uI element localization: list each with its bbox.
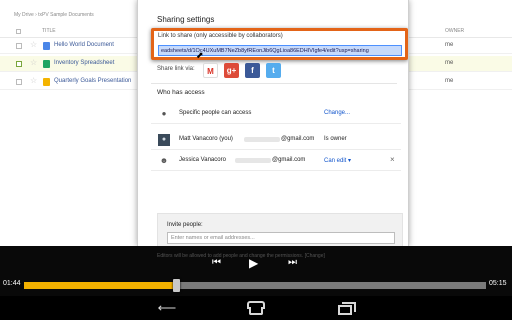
share-via-label: Share link via: <box>157 66 195 72</box>
select-all-checkbox[interactable] <box>16 29 21 34</box>
file-name[interactable]: Hello World Document <box>54 42 114 48</box>
owner-role-label: Is owner <box>324 136 347 142</box>
lock-icon: ● <box>161 109 167 118</box>
email-domain: @gmail.com <box>281 136 315 142</box>
star-icon[interactable]: ☆ <box>30 58 37 67</box>
permission-dropdown[interactable]: Can edit ▾ <box>324 157 351 164</box>
invite-input[interactable] <box>167 232 395 244</box>
sharing-settings-dialog: Sharing settings Link to share (only acc… <box>137 0 409 246</box>
spreadsheet-icon <box>43 60 50 68</box>
dialog-title: Sharing settings <box>157 15 215 24</box>
change-visibility-link[interactable]: Change... <box>324 110 350 116</box>
mouse-cursor-icon: ⬈ <box>196 50 204 60</box>
access-row-visibility: ● Specific people can access Change... <box>151 104 401 124</box>
invite-people-panel: Invite people: <box>157 213 403 246</box>
share-link-highlight-box: Link to share (only accessible by collab… <box>151 28 408 60</box>
share-link-field[interactable]: eadsheets/d/1Oc4UXuMB7NeZb8yfREonJib6QgL… <box>158 45 402 56</box>
column-owner-header[interactable]: OWNER <box>445 28 464 34</box>
editor-permission-hint: Editors will be allowed to add people an… <box>157 253 325 259</box>
google-plus-icon[interactable]: g+ <box>224 63 239 78</box>
collaborator-name: Jessica Vanacoro <box>179 157 226 163</box>
file-owner: me <box>445 78 454 84</box>
star-icon[interactable]: ☆ <box>30 40 37 49</box>
file-name[interactable]: Inventory Spreadsheet <box>54 60 114 66</box>
presentation-icon <box>43 78 50 86</box>
gmail-icon[interactable]: M <box>203 63 218 78</box>
who-has-access-heading: Who has access <box>157 89 205 96</box>
person-icon: ☻ <box>159 156 169 165</box>
email-domain: @gmail.com <box>272 157 306 163</box>
seek-bar-handle[interactable] <box>173 279 180 292</box>
android-navigation-bar: ⟵ <box>0 296 512 320</box>
seek-bar-progress <box>24 282 176 289</box>
remove-collaborator-icon[interactable]: × <box>390 155 395 164</box>
file-checkbox[interactable] <box>16 79 22 85</box>
share-link-label: Link to share (only accessible by collab… <box>158 33 283 39</box>
home-icon[interactable] <box>244 299 268 317</box>
redacted-email <box>235 158 271 163</box>
share-link-value: eadsheets/d/1Oc4UXuMB7NeZb8yfREonJib6QgL… <box>161 48 369 54</box>
invite-label: Invite people: <box>167 222 203 228</box>
star-icon[interactable]: ☆ <box>30 76 37 85</box>
file-owner: me <box>445 42 454 48</box>
previous-icon[interactable]: ⏮ <box>212 258 221 268</box>
breadcrumb[interactable]: My Drive › txPV Sample Documents <box>14 12 94 18</box>
next-icon[interactable]: ⏭ <box>288 258 297 268</box>
document-icon <box>43 42 50 50</box>
video-controls: Editors will be allowed to add people an… <box>0 246 512 296</box>
facebook-icon[interactable]: f <box>245 63 260 78</box>
seek-bar[interactable] <box>24 279 486 292</box>
file-checkbox[interactable] <box>16 43 22 49</box>
column-title-header[interactable]: TITLE <box>42 28 56 34</box>
access-row-editor: ☻ Jessica Vanacoro @gmail.com Can edit ▾… <box>151 151 401 171</box>
access-visibility-text: Specific people can access <box>179 110 252 116</box>
collaborator-name: Matt Vanacoro (you) <box>179 136 233 142</box>
file-name[interactable]: Quarterly Goals Presentation <box>54 78 131 84</box>
redacted-email <box>244 137 280 142</box>
total-time: 05:15 <box>489 280 507 287</box>
current-time: 01:44 <box>3 280 21 287</box>
recent-apps-icon[interactable] <box>333 299 357 317</box>
avatar: ● <box>158 134 170 146</box>
back-icon[interactable]: ⟵ <box>155 299 179 317</box>
twitter-icon[interactable]: t <box>266 63 281 78</box>
play-icon[interactable]: ▶ <box>249 257 258 269</box>
access-row-owner: ● Matt Vanacoro (you) @gmail.com Is owne… <box>151 130 401 150</box>
file-owner: me <box>445 60 454 66</box>
divider <box>151 83 397 84</box>
file-checkbox[interactable] <box>16 61 22 67</box>
